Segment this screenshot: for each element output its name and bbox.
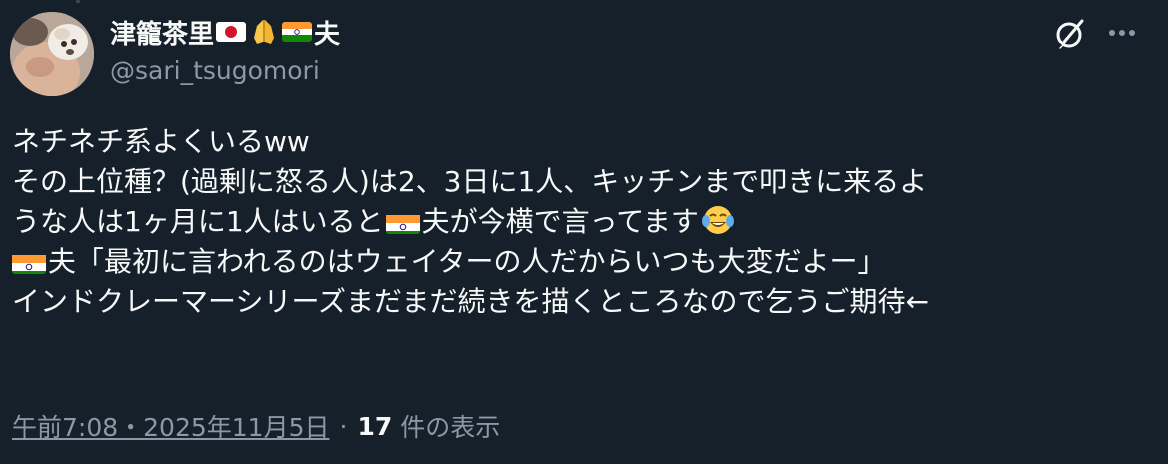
avatar-image [10,12,94,96]
tweet-line-3a: うな人は1ヶ月に1人はいると [12,205,384,238]
more-icon [1109,30,1135,36]
avatar[interactable] [10,12,94,96]
tweet-line-1: ネチネチ系よくいるww [12,125,310,158]
tweet: 津籠茶里 夫 @sari_tsugomori ネチネチ系よくいるww その上位種… [0,0,1168,464]
tweet-line-4: 夫「最初に言われるのはウェイターの人だからいつも大変だよー」 [12,242,1152,282]
display-name[interactable]: 津籠茶里 [110,14,214,51]
grok-icon [1054,19,1084,51]
display-name-suffix[interactable]: 夫 [314,14,340,51]
tweet-meta: 午前7:08・2025年11月5日 · 17 件の表示 [12,408,500,444]
india-flag-icon [12,250,46,274]
tweet-line-5: インドクレーマーシリーズまだまだ続きを描くところなので乞うご期待← [12,285,929,318]
timestamp-link[interactable]: 午前7:08・2025年11月5日 [12,408,329,444]
japan-flag-icon [216,22,247,42]
more-button[interactable] [1104,18,1140,48]
tweet-text: ネチネチ系よくいるww その上位種？(過剰に怒る人)は2、3日に1人、キッチンま… [12,122,1152,322]
views-count[interactable]: 17 [357,412,392,441]
tweet-line-2: その上位種？(過剰に怒る人)は2、3日に1人、キッチンまで叩きに来るよ [12,165,928,198]
tears-of-joy-emoji-icon [701,203,735,237]
views-label[interactable]: 件の表示 [400,408,500,444]
tweet-line-3: うな人は1ヶ月に1人はいると 夫が今横で言ってます [12,202,1152,242]
india-flag-icon [385,210,420,234]
tweet-line-3b: 夫が今横で言ってます [421,205,699,238]
author-handle[interactable]: @sari_tsugomori [110,56,320,85]
thread-connector [76,0,80,3]
folded-hands-icon [248,16,280,48]
grok-button[interactable] [1052,16,1088,52]
india-flag-icon [282,22,313,42]
tweet-line-4b: 夫「最初に言われるのはウェイターの人だからいつも大変だよー」 [48,245,886,278]
author-name-row[interactable]: 津籠茶里 夫 [110,14,340,50]
meta-separator: · [339,411,348,441]
